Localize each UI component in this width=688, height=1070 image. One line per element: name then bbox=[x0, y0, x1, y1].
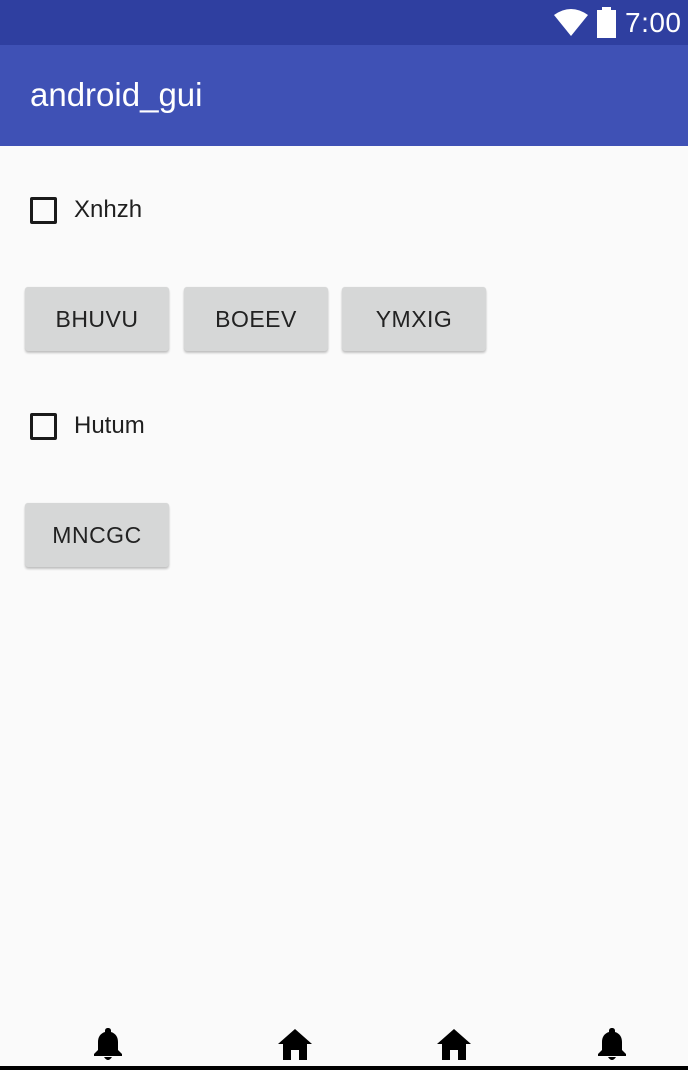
app-title: android_gui bbox=[30, 76, 203, 113]
mncgc-button[interactable]: MNCGC bbox=[25, 503, 169, 567]
bell-icon[interactable] bbox=[90, 1026, 126, 1062]
checkbox-box[interactable] bbox=[30, 412, 57, 440]
bell-icon[interactable] bbox=[594, 1026, 630, 1062]
checkbox-box[interactable] bbox=[30, 196, 57, 224]
checkbox-label: Xnhzh bbox=[74, 196, 143, 223]
ymxig-button[interactable]: YMXIG bbox=[342, 287, 486, 351]
home-icon[interactable] bbox=[277, 1026, 313, 1062]
status-bar: 7:00 bbox=[0, 0, 688, 45]
boeev-button[interactable]: BOEEV bbox=[184, 287, 328, 351]
bottom-nav bbox=[0, 1018, 688, 1070]
screen: 7:00 android_gui Xnhzh BHUVU BOEEV YMXIG… bbox=[0, 0, 688, 1070]
battery-icon bbox=[597, 7, 616, 38]
app-bar: android_gui bbox=[0, 45, 688, 146]
wifi-icon bbox=[554, 9, 588, 36]
checkbox-xnhzh[interactable]: Xnhzh bbox=[30, 193, 142, 227]
bottom-divider bbox=[0, 1066, 688, 1070]
home-icon[interactable] bbox=[436, 1026, 472, 1062]
status-time: 7:00 bbox=[625, 7, 682, 38]
bhuvu-button[interactable]: BHUVU bbox=[25, 287, 169, 351]
checkbox-label: Hutum bbox=[74, 412, 145, 439]
checkbox-hutum[interactable]: Hutum bbox=[30, 409, 145, 443]
